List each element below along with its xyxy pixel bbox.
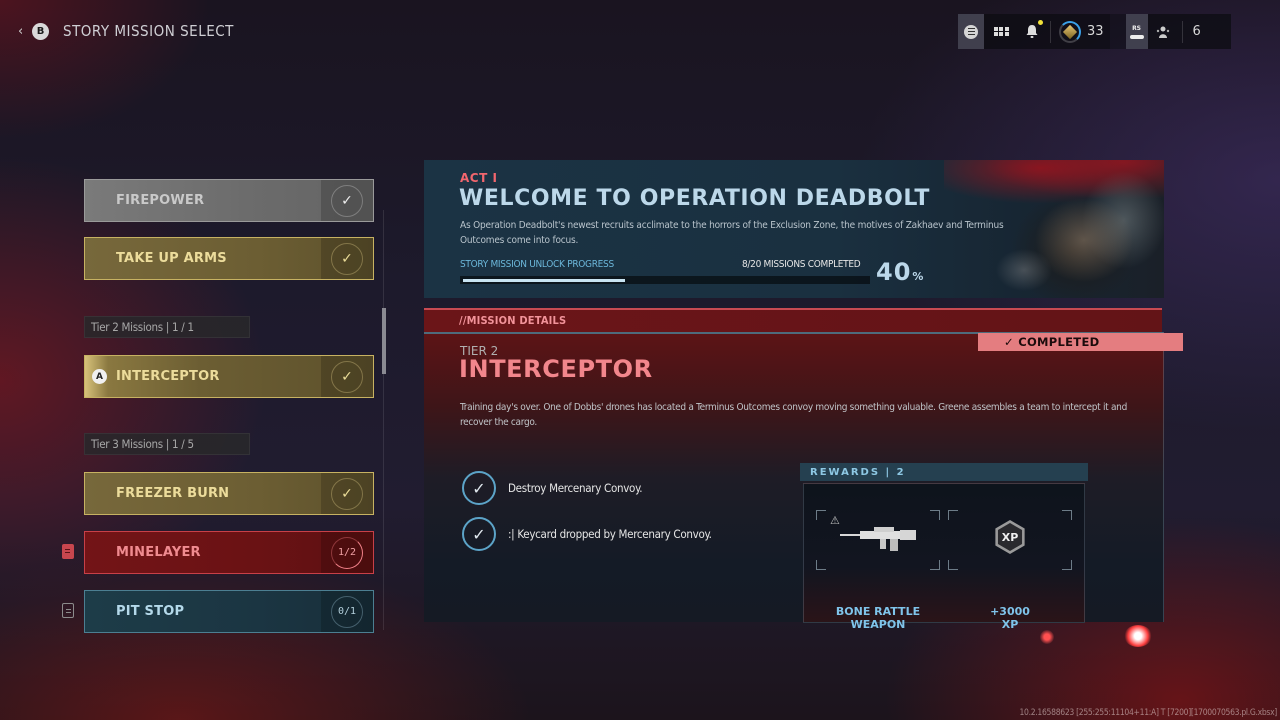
notification-dot [1038,20,1043,25]
mission-item-interceptor[interactable]: A INTERCEPTOR ✓ [84,355,374,398]
grid-button[interactable] [984,14,1018,49]
mission-item-firepower[interactable]: FIREPOWER ✓ [84,179,374,222]
party-icon [1156,26,1169,38]
mission-label: PIT STOP [116,604,185,619]
mission-label: FIREPOWER [116,193,205,208]
mission-title: INTERCEPTOR [459,355,653,383]
rank-button[interactable]: 33 [1055,14,1110,49]
objective-text: :| Keycard dropped by Mercenary Convoy. [508,527,712,541]
act-description: As Operation Deadbolt's newest recruits … [460,220,1004,246]
xp-icon: XP [995,520,1025,554]
progress-label: STORY MISSION UNLOCK PROGRESS [460,259,614,270]
check-circle-icon: ✓ [462,471,496,505]
rank-level: 33 [1087,24,1104,39]
build-info: 10.2.16588623 [255:255:11104+11:A] T [72… [1019,708,1277,718]
objective-text: Destroy Mercenary Convoy. [508,481,643,495]
rifle-icon [840,527,916,551]
ember-glow [1124,625,1152,647]
tier-2-header: Tier 2 Missions | 1 / 1 [84,316,250,338]
notification-bell-icon [1026,25,1038,38]
progress-ring: 0/1 [331,595,363,628]
top-toolbar: 33 RS 6 [958,14,1231,49]
mission-label: FREEZER BURN [116,486,230,501]
missions-completed: 8/20 MISSIONS COMPLETED [742,259,861,270]
rs-button-icon: RS [1132,24,1142,32]
scrollbar-track[interactable] [383,210,384,630]
mission-label: INTERCEPTOR [116,369,220,384]
check-icon: ✓ [331,360,363,393]
check-icon: ✓ [331,242,363,275]
scrollbar-thumb[interactable] [382,308,386,374]
mission-details-header: //MISSION DETAILS [424,308,1162,332]
progress-bar [460,276,870,284]
rewards-header: REWARDS | 2 [800,463,1088,481]
reward-label: +3000 XP [990,605,1030,631]
mission-label: TAKE UP ARMS [116,251,227,266]
blueprint-icon: ⚠ [830,514,840,527]
back-navigation[interactable]: ‹ B STORY MISSION SELECT [18,22,234,40]
clipboard-icon [62,544,74,559]
party-button[interactable] [1148,14,1178,49]
reward-weapon[interactable]: ⚠ BONE RATTLE WEAPON [816,510,940,631]
mission-item-pit-stop[interactable]: PIT STOP 0/1 [84,590,374,633]
status-badge: ✓ COMPLETED [978,333,1183,351]
reward-xp[interactable]: XP +3000 XP [948,510,1072,631]
rewards-panel: ⚠ BONE RATTLE WEAPON XP +3000 XP [803,483,1085,631]
grid-icon [993,26,1009,37]
objective-item: ✓ Destroy Mercenary Convoy. [462,471,643,505]
ember-glow [1040,630,1054,644]
act-title: WELCOME TO OPERATION DEADBOLT [459,186,931,211]
chevron-left-icon: ‹ [18,23,24,39]
act-label: ACT I [460,171,498,185]
section-label: //MISSION DETAILS [459,314,567,327]
divider [1050,20,1051,43]
menu-button[interactable] [958,14,984,49]
mission-item-take-up-arms[interactable]: TAKE UP ARMS ✓ [84,237,374,280]
b-button-icon: B [32,22,49,40]
progress-fill [463,279,625,282]
rs-button[interactable]: RS [1125,14,1148,49]
notifications-button[interactable] [1018,14,1046,49]
check-icon: ✓ [331,184,363,217]
party-count: 6 [1192,24,1201,39]
objective-item: ✓ :| Keycard dropped by Mercenary Convoy… [462,517,712,551]
progress-ring: 1/2 [331,536,363,569]
act-banner: ACT I WELCOME TO OPERATION DEADBOLT As O… [424,160,1164,298]
rank-icon [1059,20,1081,43]
mission-item-freezer-burn[interactable]: FREEZER BURN ✓ [84,472,374,515]
check-icon: ✓ [331,477,363,510]
menu-icon [964,24,978,39]
mission-item-minelayer[interactable]: MINELAYER 1/2 [84,531,374,574]
tier-3-header: Tier 3 Missions | 1 / 5 [84,433,250,455]
reward-label: BONE RATTLE WEAPON [835,605,921,631]
mission-description: Training day's over. One of Dobbs' drone… [460,402,1127,428]
clipboard-icon [62,603,74,618]
page-title: STORY MISSION SELECT [63,22,234,40]
mission-label: MINELAYER [116,545,201,560]
divider [1181,20,1183,43]
a-button-icon: A [92,369,107,384]
progress-percent: 40% [876,258,925,286]
check-circle-icon: ✓ [462,517,496,551]
